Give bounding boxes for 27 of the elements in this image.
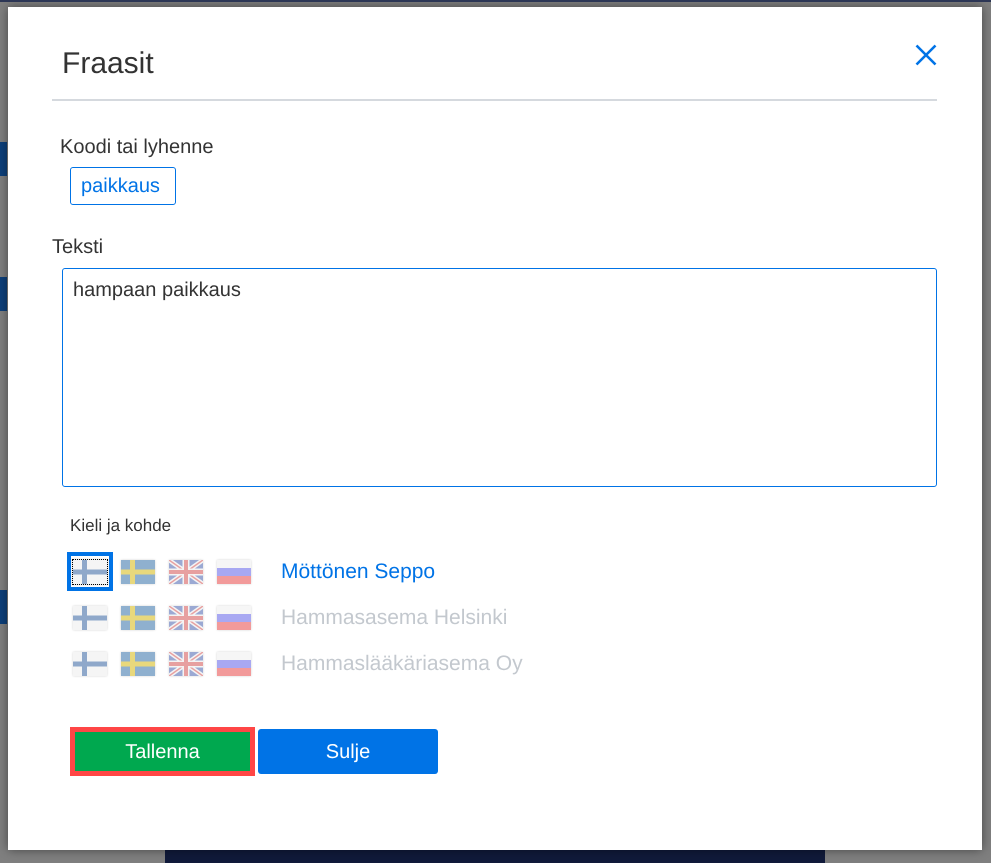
close-icon xyxy=(915,44,937,66)
sweden-flag-icon xyxy=(121,606,155,630)
sweden-flag-icon xyxy=(121,560,155,584)
text-area-field[interactable]: hampaan paikkaus xyxy=(62,268,937,487)
finland-flag-icon xyxy=(73,652,107,676)
code-input-field[interactable]: paikkaus xyxy=(70,167,176,205)
text-label: Teksti xyxy=(52,235,104,259)
russia-flag-icon xyxy=(217,606,251,630)
sweden-flag-icon xyxy=(121,652,155,676)
russia-flag-icon xyxy=(217,560,251,584)
backdrop-button-edge xyxy=(0,277,7,311)
finland-flag-icon xyxy=(73,560,107,584)
dialog-title: Fraasit xyxy=(62,46,154,82)
uk-flag-icon xyxy=(169,606,203,630)
close-dialog-button[interactable]: Sulje xyxy=(258,729,438,774)
language-target-label: Kieli ja kohde xyxy=(70,516,172,536)
language-flag-button[interactable] xyxy=(67,552,113,591)
russia-flag-icon xyxy=(217,652,251,676)
code-label: Koodi tai lyhenne xyxy=(60,135,214,159)
uk-flag-icon xyxy=(169,652,203,676)
target-name-link[interactable]: Möttönen Seppo xyxy=(281,558,436,584)
save-button[interactable]: Tallenna xyxy=(70,727,255,776)
uk-flag-icon xyxy=(169,560,203,584)
close-button[interactable] xyxy=(915,44,937,66)
backdrop-button-edge xyxy=(0,142,7,176)
finland-flag-icon xyxy=(73,606,107,630)
backdrop-button-edge xyxy=(0,590,7,624)
